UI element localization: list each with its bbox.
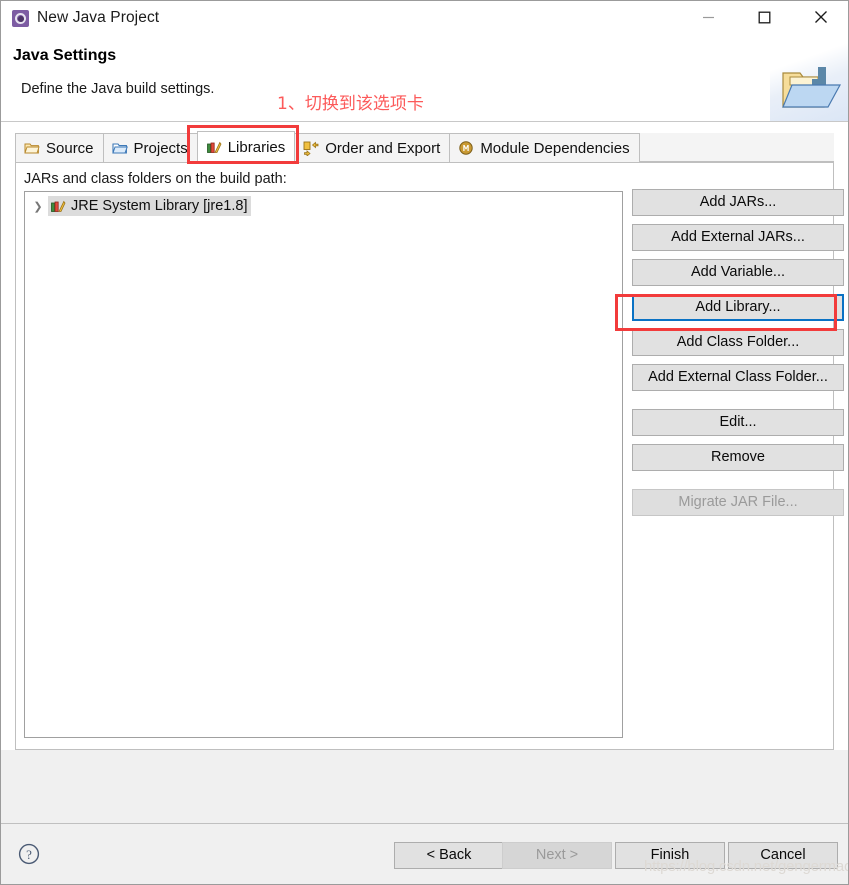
add-variable-button[interactable]: Add Variable... [632, 259, 844, 286]
add-class-folder-button[interactable]: Add Class Folder... [632, 329, 844, 356]
edit-button[interactable]: Edit... [632, 409, 844, 436]
tab-label: Source [46, 139, 94, 157]
libraries-books-icon [50, 198, 66, 214]
tab-projects[interactable]: Projects [102, 133, 198, 162]
back-button[interactable]: < Back [394, 842, 504, 869]
build-path-tree[interactable]: ❯ JRE System Library [jre1.8] [24, 191, 623, 738]
new-java-project-dialog: New Java Project Java Settings Define th… [0, 0, 849, 885]
tree-item-jre-system-library[interactable]: ❯ JRE System Library [jre1.8] [28, 195, 303, 217]
help-question-icon[interactable]: ? [18, 843, 40, 865]
tab-label: Module Dependencies [480, 139, 630, 157]
tab-bar: Source Projects Libraries Order and Expo… [15, 131, 834, 163]
minimize-button[interactable] [685, 1, 731, 33]
tab-module-dependencies[interactable]: Module Dependencies [449, 133, 640, 162]
maximize-icon [758, 11, 770, 23]
tab-bar-filler [638, 133, 834, 162]
wizard-header: Java Settings Define the Java build sett… [1, 37, 848, 122]
module-dependencies-icon [458, 140, 474, 156]
next-button: Next > [502, 842, 612, 869]
tab-order-and-export[interactable]: Order and Export [294, 133, 451, 162]
add-jars-button[interactable]: Add JARs... [632, 189, 844, 216]
libraries-books-icon [206, 139, 222, 155]
library-actions-panel: Add JARs... Add External JARs... Add Var… [632, 189, 844, 524]
watermark: https://blog.csdn.net/gengermao [644, 858, 849, 875]
remove-button[interactable]: Remove [632, 444, 844, 471]
tab-label: Order and Export [325, 139, 441, 157]
maximize-button[interactable] [741, 1, 787, 33]
migrate-jar-file-button: Migrate JAR File... [632, 489, 844, 516]
page-subtitle: Define the Java build settings. [21, 81, 215, 97]
source-folder-icon [24, 140, 40, 156]
close-button[interactable] [798, 1, 844, 33]
open-folder-icon [782, 67, 842, 108]
libraries-tab-panel: JARs and class folders on the build path… [15, 163, 844, 750]
add-external-class-folder-button[interactable]: Add External Class Folder... [632, 364, 844, 391]
build-path-label: JARs and class folders on the build path… [24, 171, 287, 187]
minimize-icon [702, 16, 714, 18]
header-graphic [770, 37, 848, 121]
tab-source[interactable]: Source [15, 133, 104, 162]
tab-libraries[interactable]: Libraries [196, 131, 296, 162]
page-title: Java Settings [13, 47, 117, 64]
svg-text:?: ? [26, 847, 32, 862]
title-bar: New Java Project [1, 1, 848, 37]
chevron-right-icon[interactable]: ❯ [28, 200, 48, 213]
add-library-button[interactable]: Add Library... [632, 294, 844, 321]
tab-label: Projects [133, 139, 188, 157]
tree-item-label: JRE System Library [jre1.8] [71, 198, 248, 214]
window-title: New Java Project [37, 9, 160, 26]
tab-label: Libraries [227, 138, 286, 156]
dialog-filler [1, 750, 848, 823]
close-icon [815, 11, 827, 23]
annotation-step-1: 1、切换到该选项卡 [277, 94, 424, 114]
order-export-icon [303, 140, 319, 157]
projects-folder-icon [111, 140, 128, 156]
java-project-icon [12, 10, 29, 27]
add-external-jars-button[interactable]: Add External JARs... [632, 224, 844, 251]
